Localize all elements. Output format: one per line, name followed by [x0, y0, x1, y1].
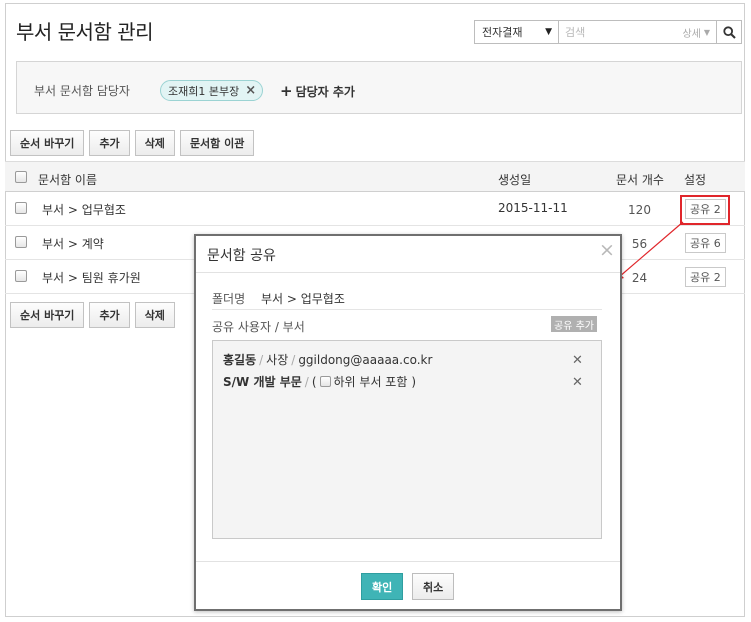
- close-icon[interactable]: ×: [599, 241, 615, 260]
- search-button[interactable]: [717, 21, 741, 43]
- bottom-toolbar: 순서 바꾸기 추가 삭제: [10, 302, 175, 328]
- owner-panel: 부서 문서함 담당자 조재희1 본부장 × + 담당자 추가: [16, 61, 742, 114]
- caret-down-icon: ▼: [703, 27, 710, 37]
- share-user-name: 홍길동: [223, 353, 257, 367]
- add-owner-label: 담당자 추가: [295, 85, 355, 99]
- separator: /: [259, 352, 264, 367]
- search-scope-value: 전자결재: [482, 26, 523, 39]
- owner-label: 부서 문서함 담당자: [34, 84, 130, 98]
- include-subdept-checkbox[interactable]: [319, 376, 331, 387]
- remove-share-icon[interactable]: ✕: [572, 375, 583, 390]
- row-checkbox[interactable]: [15, 202, 27, 214]
- row-checkbox[interactable]: [15, 270, 27, 282]
- add-owner-button[interactable]: + 담당자 추가: [280, 83, 355, 100]
- search-box: 전자결재 ▼ 상세 ▼: [474, 20, 742, 44]
- dialog-footer-divider: [196, 561, 620, 562]
- dialog-title: 문서함 공유: [207, 248, 276, 264]
- cancel-button[interactable]: 취소: [412, 573, 455, 600]
- folder-created: 2015-11-11: [498, 201, 568, 215]
- transfer-button[interactable]: 문서함 이관: [179, 130, 255, 156]
- plus-icon: +: [280, 82, 293, 100]
- folder-count: 120: [628, 203, 651, 217]
- folder-info: 폴더명 부서 > 업무협조: [212, 290, 345, 307]
- paren-close: ): [411, 374, 417, 389]
- folder-name[interactable]: 부서 > 팀원 휴가원: [42, 269, 141, 286]
- delete-button[interactable]: 삭제: [134, 130, 175, 156]
- col-count-header: 문서 개수: [616, 173, 664, 187]
- reorder-button[interactable]: 순서 바꾸기: [10, 130, 85, 156]
- share-dialog: 문서함 공유 × 폴더명 부서 > 업무협조 공유 사용자 / 부서 공유 추가…: [194, 234, 622, 611]
- share-list-item: 홍길동 / 사장 / ggildong@aaaaa.co.kr: [223, 351, 432, 368]
- share-users-label: 공유 사용자 / 부서: [212, 320, 305, 334]
- share-list-item: S/W 개발 부문 / ( 하위 부서 포함 ): [223, 373, 416, 390]
- share-user-email: ggildong@aaaaa.co.kr: [298, 352, 433, 367]
- delete-button[interactable]: 삭제: [134, 302, 175, 328]
- folder-label: 폴더명: [212, 292, 246, 306]
- share-settings-button[interactable]: 공유 6: [685, 233, 726, 253]
- share-dept-name: S/W 개발 부문: [223, 375, 302, 389]
- dialog-divider: [196, 272, 620, 273]
- table-row: 부서 > 업무협조 2015-11-11 120 공유 2: [5, 192, 745, 226]
- include-subdept-label: 하위 부서 포함: [333, 375, 408, 389]
- share-list: 홍길동 / 사장 / ggildong@aaaaa.co.kr ✕ S/W 개발…: [212, 340, 602, 539]
- caret-down-icon: ▼: [545, 27, 552, 37]
- confirm-button[interactable]: 확인: [361, 573, 404, 600]
- separator: /: [291, 352, 296, 367]
- remove-share-icon[interactable]: ✕: [572, 353, 583, 368]
- search-input[interactable]: [559, 21, 677, 43]
- add-button[interactable]: 추가: [89, 302, 130, 328]
- search-scope-select[interactable]: 전자결재 ▼: [475, 21, 559, 43]
- folder-name[interactable]: 부서 > 계약: [42, 235, 104, 252]
- row-checkbox[interactable]: [15, 236, 27, 248]
- share-add-button[interactable]: 공유 추가: [551, 316, 597, 332]
- table-header: 문서함 이름 생성일 문서 개수 설정: [5, 161, 745, 192]
- folder-value: 부서 > 업무협조: [260, 292, 345, 306]
- top-toolbar: 순서 바꾸기 추가 삭제 문서함 이관: [10, 130, 255, 156]
- col-settings-header: 설정: [684, 173, 707, 187]
- remove-owner-icon[interactable]: ×: [245, 84, 256, 97]
- page-title: 부서 문서함 관리: [16, 20, 154, 44]
- detail-search-toggle[interactable]: 상세 ▼: [676, 21, 717, 43]
- detail-search-label: 상세: [682, 28, 701, 40]
- col-created-header: 생성일: [498, 173, 532, 187]
- share-user-role: 사장: [266, 353, 289, 367]
- select-all-checkbox[interactable]: [15, 171, 27, 183]
- search-icon: [722, 25, 736, 39]
- add-button[interactable]: 추가: [89, 130, 130, 156]
- highlight-annotation: [680, 195, 730, 225]
- separator: /: [304, 374, 309, 389]
- share-settings-button[interactable]: 공유 2: [685, 267, 726, 287]
- paren-open: (: [311, 374, 317, 389]
- owner-chip-label: 조재희1 본부장: [168, 84, 240, 98]
- owner-chip: 조재희1 본부장 ×: [160, 80, 264, 101]
- reorder-button[interactable]: 순서 바꾸기: [10, 302, 85, 328]
- col-name-header: 문서함 이름: [38, 173, 98, 187]
- section-divider: [212, 309, 602, 310]
- folder-name[interactable]: 부서 > 업무협조: [42, 201, 126, 218]
